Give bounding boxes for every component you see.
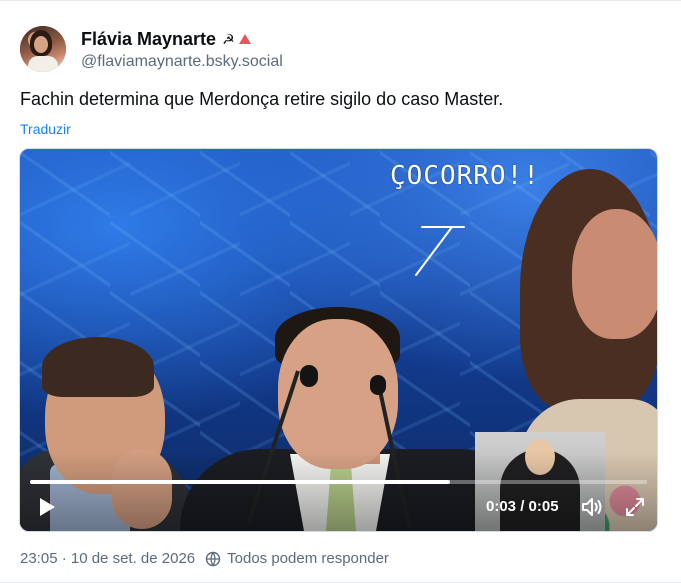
red-triangle-icon <box>238 34 251 44</box>
scribble-arrow-icon <box>415 226 465 276</box>
video-player[interactable]: ÇOCORRO!! 0:03 / 0:05 <box>19 148 658 532</box>
microphone <box>370 375 386 395</box>
play-icon[interactable] <box>36 496 58 518</box>
avatar[interactable] <box>20 26 66 72</box>
fullscreen-icon[interactable] <box>624 496 646 518</box>
display-name-row: Flávia Maynarte ☭ <box>81 27 283 51</box>
author-handle[interactable]: @flaviamaynarte.bsky.social <box>81 53 283 71</box>
video-progress-bar[interactable] <box>30 480 647 484</box>
post-meta: 23:05 · 10 de set. de 2026 Todos podem r… <box>20 550 389 567</box>
post-card: Flávia Maynarte ☭ @flaviamaynarte.bsky.s… <box>0 0 681 583</box>
video-time: 0:03 / 0:05 <box>486 498 559 515</box>
reply-setting: Todos podem responder <box>227 550 389 567</box>
video-progress-fill <box>30 480 450 484</box>
microphone <box>300 365 318 387</box>
video-overlay-text: ÇOCORRO!! <box>390 161 540 191</box>
translate-link[interactable]: Traduzir <box>20 121 71 137</box>
video-frame-figure <box>572 209 657 339</box>
controls-scrim <box>20 451 657 531</box>
volume-icon[interactable] <box>580 495 604 519</box>
post-text: Fachin determina que Merdonça retire sig… <box>20 89 504 109</box>
post-header: Flávia Maynarte ☭ @flaviamaynarte.bsky.s… <box>20 23 283 75</box>
author-info: Flávia Maynarte ☭ @flaviamaynarte.bsky.s… <box>81 27 283 71</box>
hammer-sickle-icon: ☭ <box>222 30 235 47</box>
globe-icon <box>205 551 221 566</box>
display-name[interactable]: Flávia Maynarte <box>81 29 216 50</box>
post-timestamp[interactable]: 23:05 · 10 de set. de 2026 <box>20 550 195 567</box>
video-frame-figure <box>42 337 154 397</box>
